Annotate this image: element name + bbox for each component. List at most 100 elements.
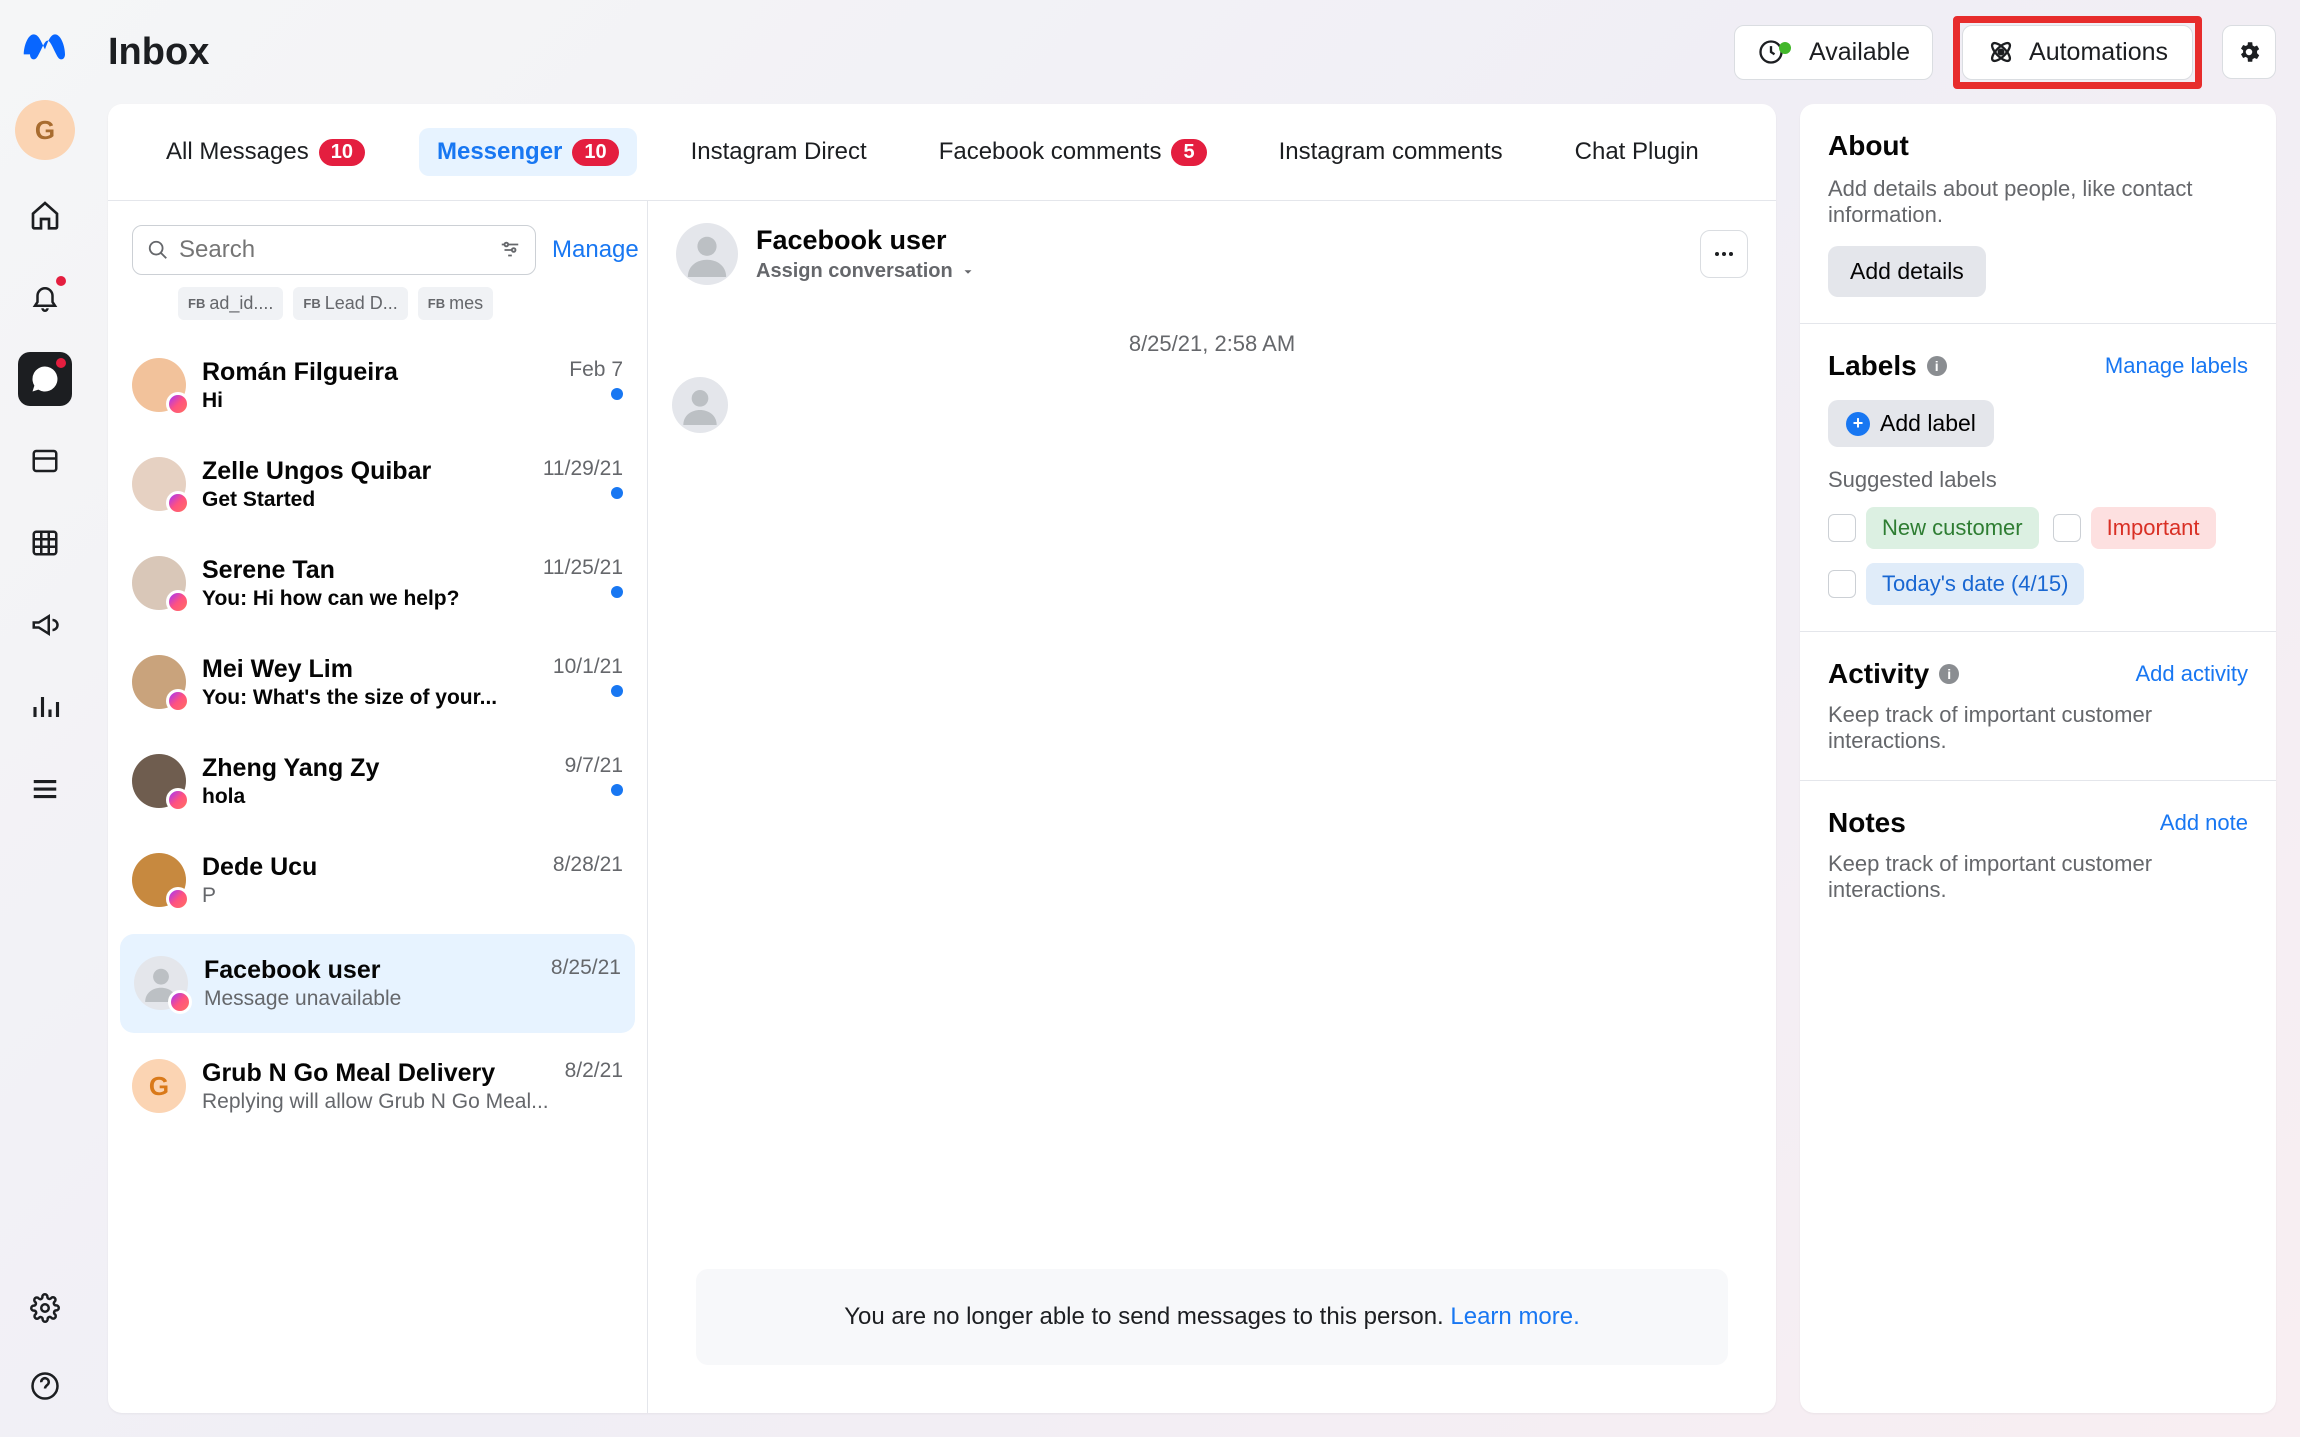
search-input-wrapper[interactable] bbox=[132, 225, 536, 275]
thread-date: 11/25/21 bbox=[543, 556, 623, 580]
about-title: About bbox=[1828, 130, 2248, 162]
tab-facebook-comments[interactable]: Facebook comments5 bbox=[921, 128, 1225, 176]
thread-item[interactable]: GGrub N Go Meal DeliveryReplying will al… bbox=[108, 1037, 647, 1136]
suggested-label[interactable]: Today's date (4/15) bbox=[1828, 563, 2084, 605]
menu-icon[interactable] bbox=[18, 762, 72, 816]
filter-chip[interactable]: FB mes bbox=[418, 287, 493, 320]
message-row bbox=[672, 377, 1752, 433]
add-details-button[interactable]: Add details bbox=[1828, 246, 1986, 297]
thread-avatar bbox=[132, 655, 186, 709]
thread-name: Mei Wey Lim bbox=[202, 655, 537, 684]
search-input[interactable] bbox=[179, 236, 489, 264]
inbox-settings-button[interactable] bbox=[2222, 25, 2276, 79]
info-icon[interactable]: i bbox=[1927, 356, 1947, 376]
thread-preview: hola bbox=[202, 785, 549, 809]
inbox-tabs: All Messages10 Messenger10 Instagram Direc… bbox=[108, 104, 1776, 201]
thread-date: 11/29/21 bbox=[543, 457, 623, 481]
notes-section: Notes Add note Keep track of important c… bbox=[1800, 781, 2276, 929]
assign-conversation[interactable]: Assign conversation bbox=[756, 260, 975, 283]
filter-chip[interactable]: FB ad_id.... bbox=[178, 287, 283, 320]
user-silhouette-icon bbox=[680, 385, 720, 425]
thread-avatar bbox=[132, 754, 186, 808]
user-silhouette-icon bbox=[684, 231, 730, 277]
thread-name: Facebook user bbox=[204, 956, 535, 985]
thread-item[interactable]: Serene TanYou: Hi how can we help?11/25/… bbox=[108, 534, 647, 633]
blocked-banner: You are no longer able to send messages … bbox=[696, 1269, 1728, 1365]
conversation-avatar bbox=[676, 223, 738, 285]
thread-preview: You: What's the size of your... bbox=[202, 686, 537, 710]
unread-indicator bbox=[611, 586, 623, 598]
thread-avatar bbox=[132, 358, 186, 412]
labels-section: Labels i Manage labels + Add label Sugge… bbox=[1800, 324, 2276, 632]
thread-avatar: G bbox=[132, 1059, 186, 1113]
plus-icon: + bbox=[1846, 412, 1870, 436]
add-note-link[interactable]: Add note bbox=[2160, 810, 2248, 836]
label-tag: New customer bbox=[1866, 507, 2039, 549]
availability-label: Available bbox=[1809, 38, 1910, 67]
filter-chips: FB ad_id.... FB Lead D... FB mes bbox=[108, 287, 647, 336]
planner-icon[interactable] bbox=[18, 516, 72, 570]
inbox-icon[interactable] bbox=[18, 352, 72, 406]
info-icon[interactable]: i bbox=[1939, 664, 1959, 684]
checkbox[interactable] bbox=[2053, 514, 2081, 542]
conversation-title: Facebook user bbox=[756, 225, 975, 256]
unread-indicator bbox=[611, 487, 623, 499]
filter-icon[interactable] bbox=[499, 239, 521, 261]
thread-item[interactable]: Román FilgueiraHiFeb 7 bbox=[108, 336, 647, 435]
conversation-more-button[interactable] bbox=[1700, 230, 1748, 278]
thread-preview: Get Started bbox=[202, 488, 527, 512]
tab-instagram-direct[interactable]: Instagram Direct bbox=[673, 128, 885, 176]
thread-date: 8/2/21 bbox=[565, 1059, 623, 1083]
thread-item[interactable]: Mei Wey LimYou: What's the size of your.… bbox=[108, 633, 647, 732]
unread-indicator bbox=[611, 388, 623, 400]
tab-instagram-comments[interactable]: Instagram comments bbox=[1261, 128, 1521, 176]
chevron-down-icon bbox=[961, 265, 975, 279]
thread-name: Serene Tan bbox=[202, 556, 527, 585]
account-avatar[interactable]: G bbox=[15, 100, 75, 160]
label-tag: Important bbox=[2091, 507, 2216, 549]
thread-item[interactable]: Facebook userMessage unavailable8/25/21 bbox=[120, 934, 635, 1033]
home-icon[interactable] bbox=[18, 188, 72, 242]
tab-messenger[interactable]: Messenger10 bbox=[419, 128, 637, 176]
label-tag: Today's date (4/15) bbox=[1866, 563, 2084, 605]
add-activity-link[interactable]: Add activity bbox=[2136, 661, 2249, 687]
checkbox[interactable] bbox=[1828, 570, 1856, 598]
thread-date: Feb 7 bbox=[569, 358, 623, 382]
about-subtitle: Add details about people, like contact i… bbox=[1828, 176, 2248, 228]
conversation-list: Manage FB ad_id.... FB Lead D... FB mes Ro… bbox=[108, 201, 648, 1413]
thread-item[interactable]: Zheng Yang Zyhola9/7/21 bbox=[108, 732, 647, 831]
insights-icon[interactable] bbox=[18, 680, 72, 734]
message-timestamp: 8/25/21, 2:58 AM bbox=[672, 331, 1752, 357]
tab-all-messages[interactable]: All Messages10 bbox=[148, 128, 383, 176]
manage-link[interactable]: Manage bbox=[552, 236, 639, 264]
availability-toggle[interactable]: Available bbox=[1734, 25, 1933, 80]
unread-indicator bbox=[611, 784, 623, 796]
ads-icon[interactable] bbox=[18, 598, 72, 652]
learn-more-link[interactable]: Learn more. bbox=[1450, 1303, 1579, 1330]
thread-preview: Message unavailable bbox=[204, 987, 535, 1011]
details-panel: About Add details about people, like con… bbox=[1800, 104, 2276, 1413]
manage-labels-link[interactable]: Manage labels bbox=[2105, 353, 2248, 379]
automations-highlight: Automations bbox=[1953, 16, 2202, 89]
thread-avatar bbox=[132, 457, 186, 511]
more-icon bbox=[1712, 242, 1736, 266]
tab-chat-plugin[interactable]: Chat Plugin bbox=[1557, 128, 1717, 176]
suggested-label[interactable]: Important bbox=[2053, 507, 2216, 549]
filter-chip[interactable]: FB Lead D... bbox=[293, 287, 407, 320]
checkbox[interactable] bbox=[1828, 514, 1856, 542]
automations-button[interactable]: Automations bbox=[1962, 25, 2193, 80]
thread-name: Dede Ucu bbox=[202, 853, 537, 882]
help-icon[interactable] bbox=[18, 1359, 72, 1413]
posts-icon[interactable] bbox=[18, 434, 72, 488]
thread-name: Román Filgueira bbox=[202, 358, 553, 387]
notifications-icon[interactable] bbox=[18, 270, 72, 324]
thread-avatar bbox=[132, 853, 186, 907]
add-label-button[interactable]: + Add label bbox=[1828, 400, 1994, 447]
thread-name: Grub N Go Meal Delivery bbox=[202, 1059, 549, 1088]
thread-item[interactable]: Zelle Ungos QuibarGet Started11/29/21 bbox=[108, 435, 647, 534]
notes-subtitle: Keep track of important customer interac… bbox=[1828, 851, 2248, 903]
suggested-label[interactable]: New customer bbox=[1828, 507, 2039, 549]
thread-item[interactable]: Dede UcuP8/28/21 bbox=[108, 831, 647, 930]
conversation-view: Facebook user Assign conversation 8/25/2… bbox=[648, 201, 1776, 1413]
settings-icon[interactable] bbox=[18, 1281, 72, 1335]
